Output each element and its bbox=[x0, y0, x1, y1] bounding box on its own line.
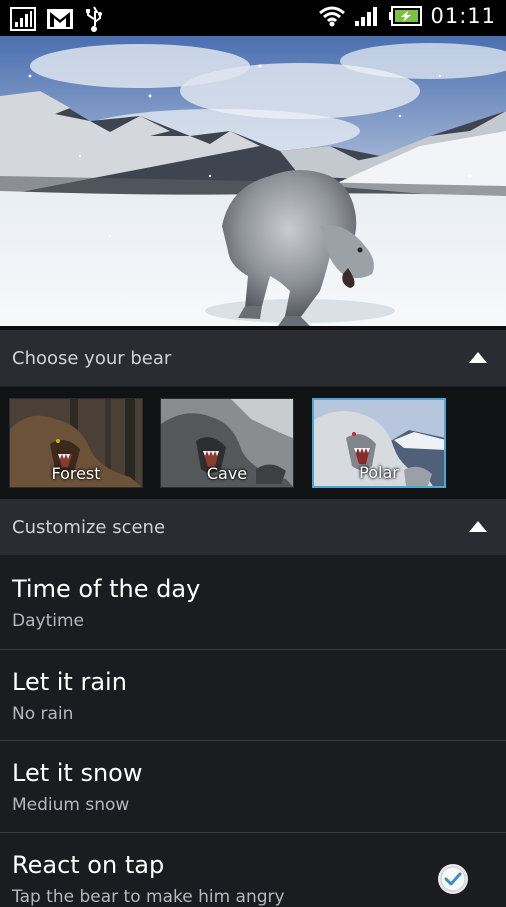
signal-box-icon bbox=[10, 7, 36, 31]
gmail-icon bbox=[47, 9, 73, 29]
setting-rain[interactable]: Let it rain No rain bbox=[0, 649, 506, 740]
bear-option-forest[interactable]: Forest bbox=[9, 398, 143, 488]
setting-title: Let it snow bbox=[12, 759, 143, 787]
bear-selector: Forest Cave Polar bbox=[0, 387, 506, 499]
collapse-up-icon[interactable] bbox=[468, 520, 488, 534]
cell-signal-icon bbox=[355, 7, 378, 26]
bear-label: Cave bbox=[206, 464, 248, 483]
choose-bear-header[interactable]: Choose your bear bbox=[0, 330, 506, 386]
setting-title: Time of the day bbox=[12, 575, 201, 603]
customize-scene-header[interactable]: Customize scene bbox=[0, 499, 506, 555]
setting-title: Let it rain bbox=[12, 668, 127, 696]
setting-value: Medium snow bbox=[12, 795, 130, 815]
clock: 01:11 bbox=[430, 4, 496, 28]
setting-value: No rain bbox=[12, 704, 74, 724]
setting-title: React on tap bbox=[12, 851, 165, 879]
setting-snow[interactable]: Let it snow Medium snow bbox=[0, 740, 506, 831]
setting-react-on-tap[interactable]: React on tap Tap the bear to make him an… bbox=[0, 832, 506, 907]
setting-value: Daytime bbox=[12, 611, 84, 631]
bear-label: Polar bbox=[359, 463, 399, 482]
usb-icon bbox=[86, 6, 102, 32]
section-title: Choose your bear bbox=[12, 347, 172, 369]
setting-time-of-day[interactable]: Time of the day Daytime bbox=[0, 557, 506, 648]
status-bar: 01:11 bbox=[0, 0, 506, 36]
bear-option-polar[interactable]: Polar bbox=[312, 398, 446, 488]
setting-value: Tap the bear to make him angry bbox=[12, 887, 285, 907]
bear-preview[interactable] bbox=[0, 36, 506, 326]
wifi-icon bbox=[319, 6, 346, 27]
section-title: Customize scene bbox=[12, 516, 166, 538]
collapse-up-icon[interactable] bbox=[468, 351, 488, 365]
bear-label: Forest bbox=[51, 464, 101, 483]
battery-charging-icon bbox=[389, 6, 423, 26]
bear-scene-image bbox=[0, 36, 506, 326]
bear-option-cave[interactable]: Cave bbox=[160, 398, 294, 488]
checkbox-checked-icon[interactable] bbox=[437, 863, 469, 895]
